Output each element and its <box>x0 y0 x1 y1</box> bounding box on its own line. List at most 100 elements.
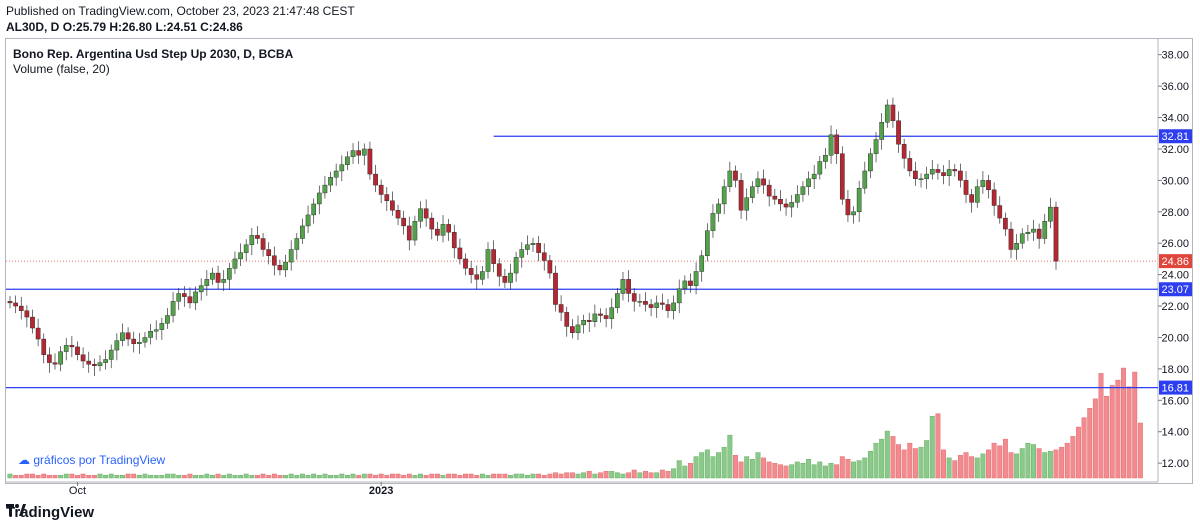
candle-body <box>58 351 63 365</box>
candle-body <box>884 104 890 123</box>
volume-bar <box>907 442 913 479</box>
candle-body <box>114 340 120 351</box>
candle-body <box>823 155 828 162</box>
candle-body <box>946 169 952 176</box>
candle-body <box>159 323 165 330</box>
candle-body <box>941 172 946 176</box>
volume-bar <box>1008 452 1014 479</box>
volume-bar <box>277 475 283 479</box>
candle-body <box>547 260 553 274</box>
candle-body <box>502 276 508 283</box>
volume-bar <box>75 475 80 479</box>
candle-body <box>485 249 491 272</box>
candle-body <box>873 139 879 154</box>
volume-bar <box>103 475 109 479</box>
candle-body <box>468 268 474 275</box>
candle-body <box>530 243 536 245</box>
candle-body <box>958 170 963 181</box>
volume-bar <box>693 456 699 479</box>
volume-bar <box>710 456 716 479</box>
candle-body <box>986 180 991 191</box>
volume-bar <box>688 463 693 479</box>
volume-bar <box>226 473 232 479</box>
candle-body <box>300 225 305 239</box>
volume-bar <box>165 473 170 479</box>
volume-bar <box>215 473 221 479</box>
candle-body <box>817 161 823 175</box>
candle-body <box>969 194 974 203</box>
candle-body <box>1042 221 1048 239</box>
candle-body <box>103 359 108 363</box>
volume-bar <box>221 475 227 479</box>
volume-bar <box>1070 436 1076 479</box>
volume-bar <box>614 472 620 479</box>
candle-body <box>727 170 733 187</box>
candle-body <box>108 349 114 360</box>
candle-body <box>963 180 969 195</box>
volume-bar <box>1121 367 1126 479</box>
candle-body <box>974 186 980 203</box>
volume-bar <box>733 454 738 479</box>
volume-bar <box>598 472 603 479</box>
volume-bar <box>682 465 688 479</box>
candle-body <box>429 217 435 230</box>
volume-bar <box>879 438 885 479</box>
volume-bar <box>834 464 840 479</box>
volume-bar <box>350 473 356 479</box>
candle-body <box>266 249 272 256</box>
price-scale-label: 24.86 <box>1161 256 1189 268</box>
candle-body <box>232 258 238 269</box>
volume-bar <box>569 472 575 479</box>
volume-bar <box>485 475 491 479</box>
volume-bar <box>884 430 890 479</box>
tradingview-watermark[interactable]: ☁ gráficos por TradingView <box>18 453 165 467</box>
volume-bar <box>24 473 30 479</box>
volume-bar <box>1031 444 1036 479</box>
candle-body <box>339 164 345 172</box>
volume-bar <box>1047 450 1053 479</box>
volume-bar <box>294 475 300 479</box>
candle-body <box>243 244 249 253</box>
candle-body <box>991 189 997 206</box>
candle-body <box>97 362 103 366</box>
y-tick-label: 32.00 <box>1161 144 1189 156</box>
y-tick-label: 38.00 <box>1161 50 1189 62</box>
candle-body <box>581 319 586 326</box>
price-chart[interactable]: 12.00 14.00 16.00 18.00 20.00 22.00 24.00 26.00… <box>0 0 1200 529</box>
volume-bar <box>243 473 249 479</box>
volume-bar <box>553 472 558 479</box>
candle-body <box>187 296 193 304</box>
volume-bar <box>283 475 289 479</box>
volume-bar <box>806 459 812 479</box>
volume-bar <box>440 475 446 479</box>
volume-bar <box>772 463 778 479</box>
candle-body <box>553 272 558 305</box>
candle-body <box>654 302 660 308</box>
footer-brand[interactable]: TradingView <box>6 504 94 521</box>
volume-bar <box>63 473 69 479</box>
candle-body <box>513 257 519 274</box>
volume-bar <box>738 461 744 479</box>
candle-body <box>176 293 182 302</box>
candle-body <box>1048 206 1053 222</box>
volume-bar <box>1092 398 1098 479</box>
candle-body <box>761 178 766 186</box>
candle-body <box>901 144 907 159</box>
volume-bar <box>389 473 395 479</box>
candle-body <box>457 247 463 260</box>
candle-body <box>120 332 125 341</box>
candle-body <box>868 153 873 172</box>
candle-body <box>755 178 761 187</box>
volume-bar <box>1109 385 1115 479</box>
volume-bar <box>305 475 311 479</box>
candle-body <box>210 272 215 280</box>
volume-bar <box>721 446 727 479</box>
candle-body <box>688 280 693 286</box>
volume-bar <box>322 473 328 479</box>
volume-bar <box>541 475 547 479</box>
volume-bar <box>648 472 654 479</box>
candle-body <box>665 304 671 311</box>
volume-bar <box>789 464 795 479</box>
candle-body <box>215 272 221 283</box>
volume-bar <box>254 475 260 479</box>
